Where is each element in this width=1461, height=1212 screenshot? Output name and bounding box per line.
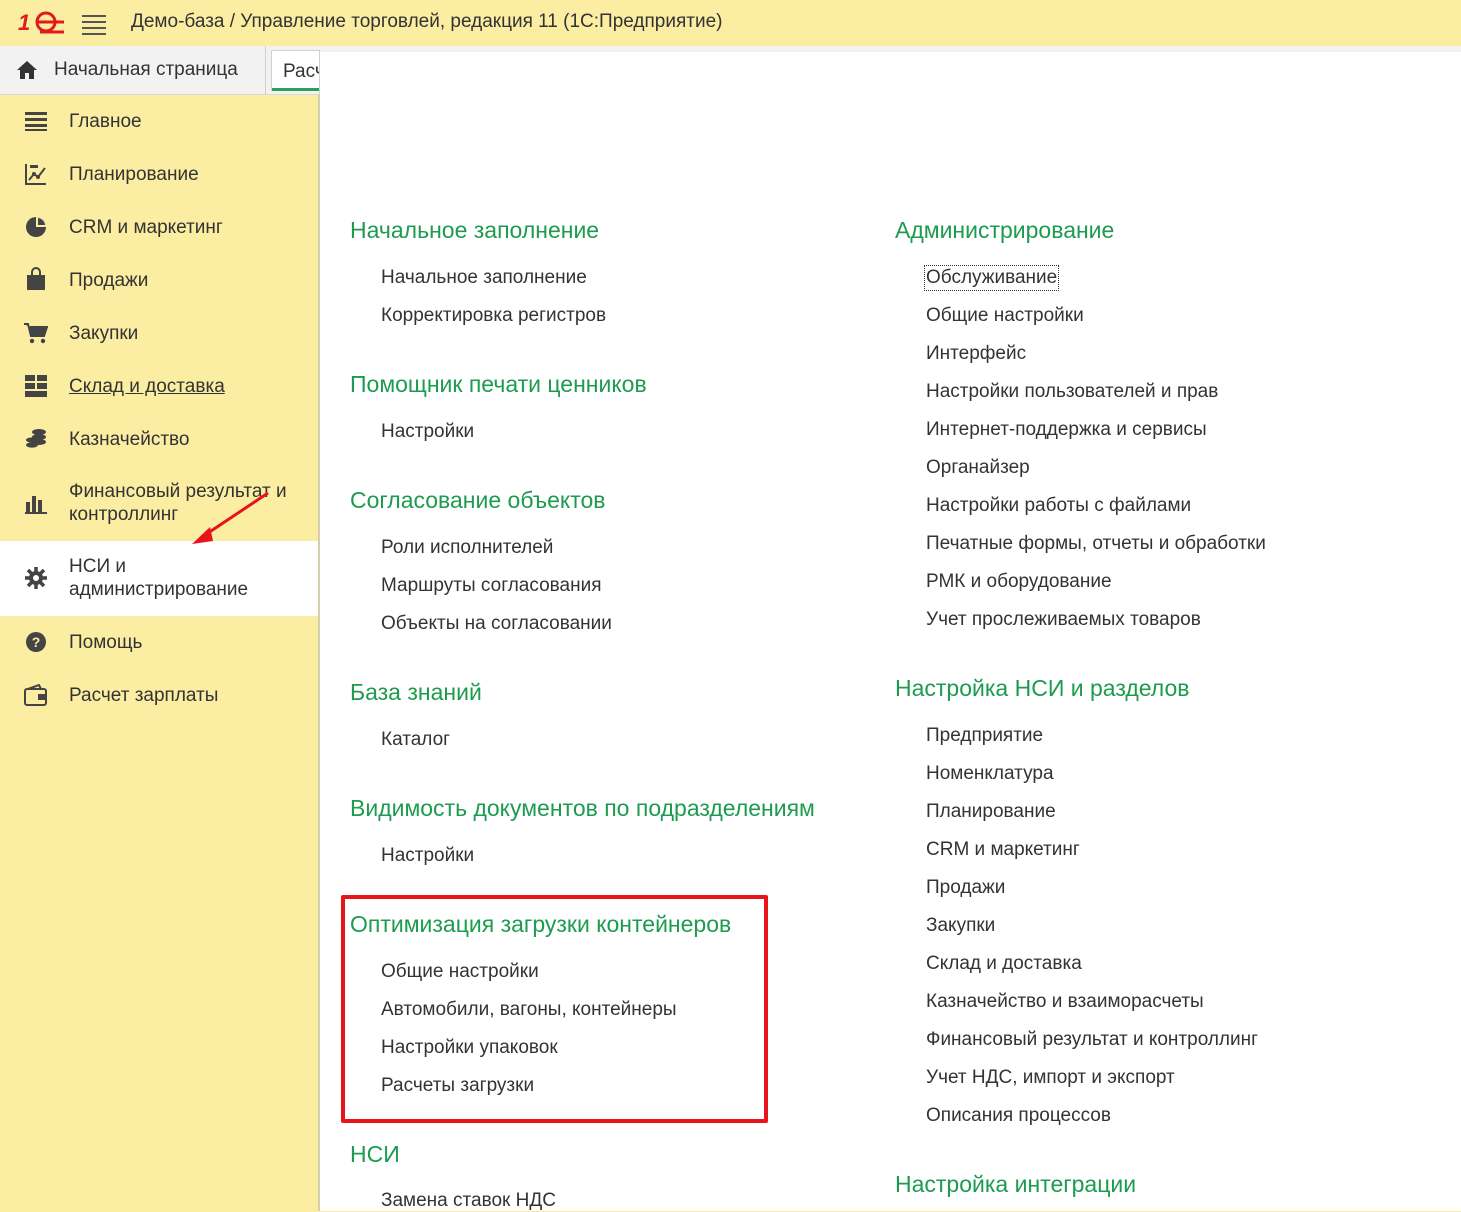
link-warehouse[interactable]: Склад и доставка [926,953,1082,975]
link-nomenclature[interactable]: Номенклатура [926,763,1054,785]
title-bar: 1 Демо-база / Управление торговлей, реда… [0,0,1461,47]
sidebar-item-label: Казначейство [69,429,190,450]
link-financial-result[interactable]: Финансовый результат и контроллинг [926,1029,1258,1051]
main-menu-button[interactable] [82,12,106,35]
group-title-price-tag-helper: Помощник печати ценников [350,371,647,397]
link-register-correction[interactable]: Корректировка регистров [381,305,606,327]
link-sales[interactable]: Продажи [926,877,1005,899]
tab-home-label: Начальная страница [54,59,238,80]
link-planning[interactable]: Планирование [926,801,1056,823]
sidebar-item-label: НСИ и администрирование [69,556,249,600]
cart-icon [24,321,48,345]
sidebar-item-treasury[interactable]: Казначейство [0,413,318,465]
sidebar-item-label: Помощь [69,632,143,653]
group-title-knowledge-base: База знаний [350,679,482,705]
sections-sidebar: Главное Планирование CRM и маркетинг Про… [0,95,319,1211]
link-interface[interactable]: Интерфейс [926,343,1026,365]
link-print-forms[interactable]: Печатные формы, отчеты и обработки [926,533,1266,555]
tab-home[interactable]: Начальная страница [0,46,266,94]
link-users-rights[interactable]: Настройки пользователей и прав [926,381,1218,403]
link-purchases[interactable]: Закупки [926,915,995,937]
group-title-approval: Согласование объектов [350,487,606,513]
sidebar-item-label: Склад и доставка [69,376,225,397]
warehouse-grid-icon [24,374,48,398]
link-enterprise[interactable]: Предприятие [926,725,1043,747]
sidebar-item-payroll[interactable]: Расчет зарплаты [0,670,318,722]
sidebar-item-main[interactable]: Главное [0,95,318,147]
sidebar-item-purchases[interactable]: Закупки [0,307,318,359]
link-pos-equipment[interactable]: РМК и оборудование [926,571,1112,593]
sidebar-item-planning[interactable]: Планирование [0,148,318,200]
link-vat-rate-replacement[interactable]: Замена ставок НДС [381,1190,556,1212]
1c-logo: 1 [18,10,64,35]
sidebar-item-label: CRM и маркетинг [69,217,223,238]
group-title-document-visibility: Видимость документов по подразделениям [350,795,815,821]
svg-text:1: 1 [18,10,30,35]
annotation-arrow [192,491,269,544]
menu-lines-icon [24,109,48,133]
group-title-nsi-sections: Настройка НСИ и разделов [895,675,1190,701]
active-tab-indicator [272,88,319,91]
link-objects-on-approval[interactable]: Объекты на согласовании [381,613,612,635]
link-file-settings[interactable]: Настройки работы с файлами [926,495,1191,517]
link-general-settings[interactable]: Общие настройки [926,305,1084,327]
planning-chart-icon [24,162,48,186]
link-visibility-settings[interactable]: Настройки [381,845,474,867]
link-executor-roles[interactable]: Роли исполнителей [381,537,553,559]
sidebar-item-label: Главное [69,111,142,132]
link-traceable-goods[interactable]: Учет прослеживаемых товаров [926,609,1201,631]
bar-chart-icon [24,491,48,515]
link-maintenance[interactable]: Обслуживание [923,265,1060,291]
home-icon [17,61,37,79]
link-price-tag-settings[interactable]: Настройки [381,421,474,443]
link-crm[interactable]: CRM и маркетинг [926,839,1080,861]
group-title-nsi: НСИ [350,1141,400,1167]
link-initial-fill[interactable]: Начальное заполнение [381,267,587,289]
sidebar-item-label: Планирование [69,164,199,185]
tab-payroll[interactable]: Расчет зарплаты [271,50,320,91]
link-catalog[interactable]: Каталог [381,729,450,751]
svg-text:?: ? [32,634,41,650]
sidebar-item-label: Продажи [69,270,149,291]
group-title-integration: Настройка интеграции [895,1171,1137,1197]
link-approval-routes[interactable]: Маршруты согласования [381,575,601,597]
shopping-bag-icon [24,267,48,291]
link-vat-import-export[interactable]: Учет НДС, импорт и экспорт [926,1067,1175,1089]
sidebar-item-sales[interactable]: Продажи [0,254,318,306]
tab-payroll-label: Расчет зарплаты [283,61,319,82]
sidebar-item-warehouse[interactable]: Склад и доставка [0,360,318,412]
sidebar-item-label: Расчет зарплаты [69,685,219,706]
coins-icon [24,427,48,451]
pie-chart-icon [24,215,48,239]
group-title-initial-fill: Начальное заполнение [350,217,600,243]
link-treasury[interactable]: Казначейство и взаиморасчеты [926,991,1204,1013]
group-title-administration: Администрирование [895,217,1115,243]
link-organizer[interactable]: Органайзер [926,457,1030,479]
link-internet-support[interactable]: Интернет-поддержка и сервисы [926,419,1207,441]
sidebar-item-label: Закупки [69,323,139,344]
gear-icon [24,566,48,590]
highlight-frame [341,895,768,1123]
help-icon: ? [24,630,48,654]
link-process-descriptions[interactable]: Описания процессов [926,1105,1111,1127]
sidebar-item-crm[interactable]: CRM и маркетинг [0,201,318,253]
wallet-icon [24,683,48,707]
sidebar-item-help[interactable]: ? Помощь [0,617,318,669]
app-title: Демо-база / Управление торговлей, редакц… [131,11,723,32]
